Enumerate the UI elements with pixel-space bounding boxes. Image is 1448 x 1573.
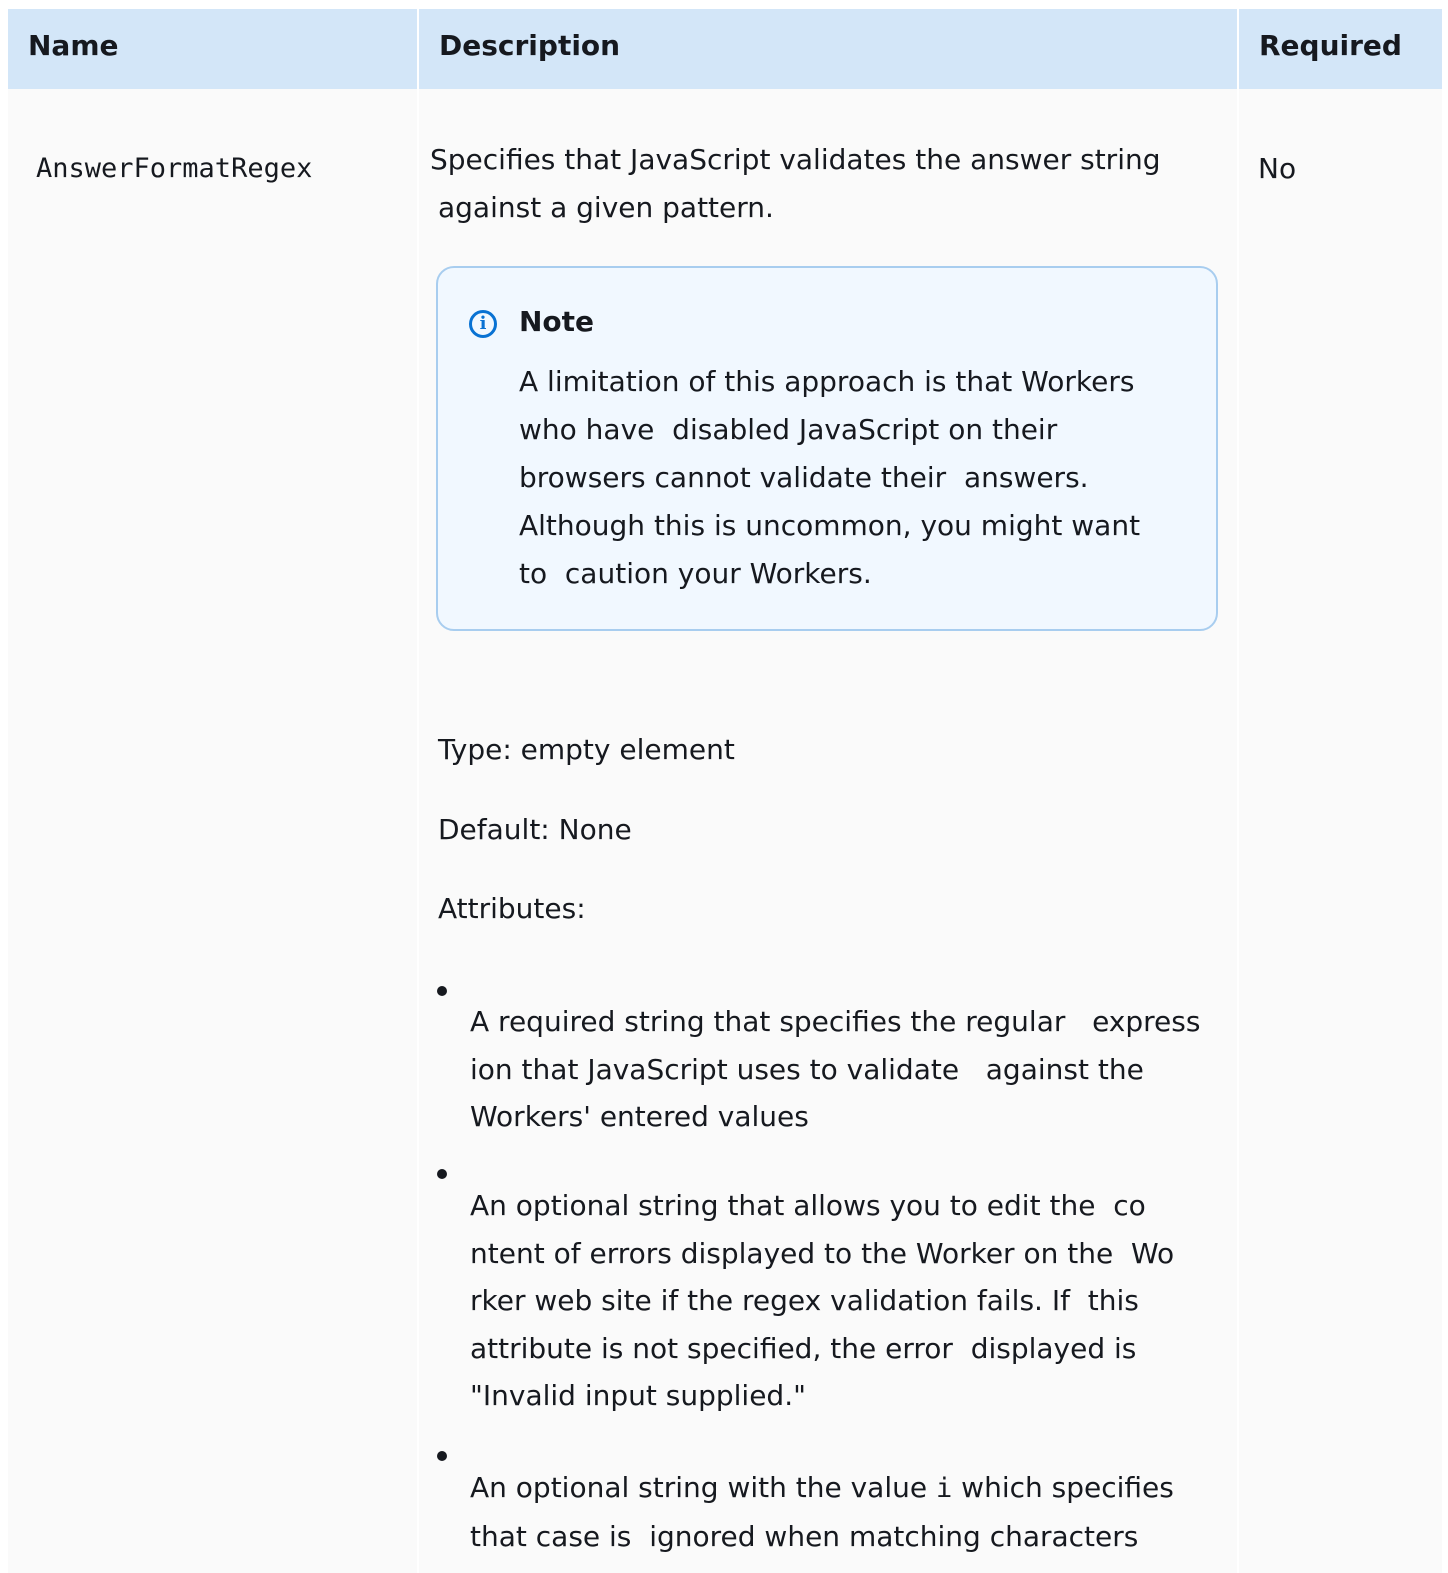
column-divider: [417, 89, 419, 1573]
list-item-line: attribute is not specified, the error di…: [470, 1331, 1137, 1365]
table-header: Name Description Required: [8, 9, 1442, 89]
parameter-description: Specifies that JavaScript validates the …: [430, 136, 1220, 232]
bullet-icon: [437, 1451, 447, 1461]
column-header-name: Name: [28, 29, 119, 62]
column-header-description: Description: [417, 9, 1237, 89]
note-line: who have disabled JavaScript on their: [519, 413, 1058, 446]
bullet-icon: [437, 986, 447, 996]
bullet-icon: [437, 1169, 447, 1179]
list-item-line: Workers' entered values: [470, 1100, 809, 1133]
attributes-label: Attributes:: [438, 892, 586, 925]
list-item-line: A required string that specifies the reg…: [470, 1005, 1201, 1038]
inline-code: i: [936, 1473, 953, 1504]
parameter-required: No: [1258, 152, 1297, 185]
list-item-text: An optional string with the value: [470, 1471, 936, 1504]
default-text: Default: None: [438, 813, 632, 846]
note-line: to caution your Workers.: [519, 557, 872, 590]
list-item-line: that case is ignored when matching chara…: [470, 1519, 1139, 1553]
list-item: A required string that specifies the reg…: [470, 998, 1230, 1141]
list-item: An optional string that allows you to ed…: [470, 1182, 1230, 1420]
note-body: A limitation of this approach is that Wo…: [519, 358, 1199, 598]
note-line: Although this is uncommon, you might wan…: [519, 509, 1141, 542]
description-line: Specifies that JavaScript validates the …: [430, 143, 1161, 176]
description-line: against a given pattern.: [438, 191, 774, 224]
note-line: A limitation of this approach is that Wo…: [519, 365, 1135, 398]
list-item-line: ntent of errors displayed to the Worker …: [470, 1236, 1175, 1270]
column-divider: [1237, 89, 1239, 1573]
list-item-line: rker web site if the regex validation fa…: [470, 1284, 1139, 1317]
parameter-name: AnswerFormatRegex: [36, 153, 313, 184]
note-callout: i Note A limitation of this approach is …: [436, 266, 1218, 631]
list-item-line: An optional string that allows you to ed…: [470, 1189, 1146, 1222]
type-text: Type: empty element: [438, 733, 735, 766]
list-item-line: "Invalid input supplied.": [470, 1379, 806, 1412]
list-item-line: ion that JavaScript uses to validate aga…: [470, 1052, 1144, 1086]
list-item: An optional string with the value i whic…: [470, 1464, 1230, 1560]
note-title: Note: [519, 305, 595, 338]
info-icon: i: [469, 310, 497, 338]
note-line: browsers cannot validate their answers.: [519, 461, 1089, 494]
list-item-line: An optional string with the value i whic…: [470, 1464, 1230, 1513]
list-item-text: which specifies: [952, 1471, 1174, 1504]
column-header-required: Required: [1237, 9, 1442, 89]
